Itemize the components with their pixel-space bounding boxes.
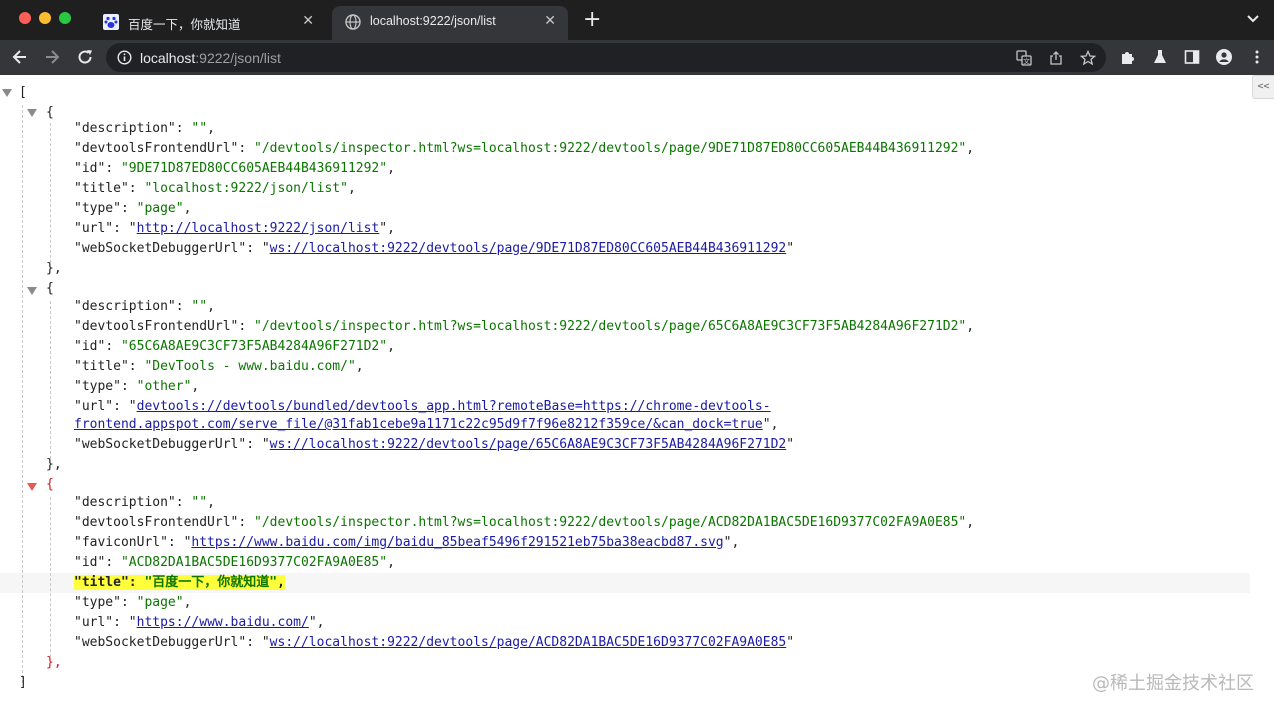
chevron-down-icon[interactable] <box>1246 12 1260 26</box>
collapse-toggle-icon[interactable] <box>2 89 12 97</box>
json-line: frontend.appspot.com/serve_file/@31fab1c… <box>74 417 779 432</box>
close-window-button[interactable] <box>19 12 31 24</box>
json-line: "id": "65C6A8AE9C3CF73F5AB4284A96F271D2"… <box>74 339 395 354</box>
json-close-brace: }, <box>46 655 62 670</box>
json-line: "type": "page", <box>74 201 192 216</box>
json-line-highlighted: "title": "百度一下，你就知道", <box>74 575 285 590</box>
address-bar[interactable]: localhost:9222/json/list 文 <box>106 43 1106 72</box>
websocket-link[interactable]: ws://localhost:9222/devtools/page/ACD82D… <box>270 635 787 650</box>
indent-guide <box>50 497 51 657</box>
json-line: "description": "", <box>74 299 215 314</box>
share-icon[interactable] <box>1048 50 1064 66</box>
json-line: "webSocketDebuggerUrl": "ws://localhost:… <box>74 437 795 452</box>
json-line: "url": "http://localhost:9222/json/list"… <box>74 221 395 236</box>
json-line: "url": "devtools://devtools/bundled/devt… <box>74 399 771 414</box>
json-line: "type": "page", <box>74 595 192 610</box>
arrow-right-icon[interactable] <box>43 48 61 66</box>
flask-icon[interactable] <box>1152 49 1168 65</box>
websocket-link[interactable]: ws://localhost:9222/devtools/page/65C6A8… <box>270 437 787 452</box>
json-open-brace: { <box>46 477 54 492</box>
json-viewer: [ { "description": "", "devtoolsFrontend… <box>0 75 1274 713</box>
websocket-link[interactable]: ws://localhost:9222/devtools/page/9DE71D… <box>270 241 787 256</box>
globe-icon <box>345 14 361 30</box>
json-line: "description": "", <box>74 121 215 136</box>
side-panel-icon[interactable] <box>1184 49 1200 65</box>
json-line: "faviconUrl": "https://www.baidu.com/img… <box>74 535 740 550</box>
favicon-link[interactable]: https://www.baidu.com/img/baidu_85beaf54… <box>191 535 723 550</box>
url-link[interactable]: devtools://devtools/bundled/devtools_app… <box>137 399 771 414</box>
tab-strip: 百度一下，你就知道 ✕ localhost:9222/json/list ✕ + <box>0 0 1274 40</box>
json-open-bracket: [ <box>19 85 27 100</box>
baidu-paw-icon <box>103 14 119 30</box>
json-line: "devtoolsFrontendUrl": "/devtools/inspec… <box>74 319 975 334</box>
url-text[interactable]: localhost:9222/json/list <box>140 50 281 66</box>
sidebar-toggle-button[interactable]: << <box>1252 75 1274 99</box>
browser-toolbar: localhost:9222/json/list 文 <box>0 40 1274 75</box>
json-line: "id": "9DE71D87ED80CC605AEB44B436911292"… <box>74 161 395 176</box>
svg-text:文: 文 <box>1023 57 1030 66</box>
json-line: "type": "other", <box>74 379 200 394</box>
collapse-toggle-icon[interactable] <box>27 109 37 117</box>
close-tab-icon[interactable]: ✕ <box>544 12 556 29</box>
json-close-bracket: ] <box>19 675 27 690</box>
url-link[interactable]: http://localhost:9222/json/list <box>137 221 380 236</box>
json-line: "webSocketDebuggerUrl": "ws://localhost:… <box>74 241 795 256</box>
profile-icon[interactable] <box>1216 49 1232 65</box>
indent-guide <box>22 105 23 683</box>
url-link-continued[interactable]: frontend.appspot.com/serve_file/@31fab1c… <box>74 417 763 432</box>
json-close-brace: }, <box>46 261 62 276</box>
json-line: "devtoolsFrontendUrl": "/devtools/inspec… <box>74 515 975 530</box>
maximize-window-button[interactable] <box>59 12 71 24</box>
puzzle-icon[interactable] <box>1120 49 1136 65</box>
json-line: "id": "ACD82DA1BAC5DE16D9377C02FA9A0E85"… <box>74 555 395 570</box>
json-line: "url": "https://www.baidu.com/", <box>74 615 325 630</box>
translate-icon[interactable]: 文 <box>1016 50 1032 66</box>
json-line: "description": "", <box>74 495 215 510</box>
reload-icon[interactable] <box>76 48 94 66</box>
new-tab-button[interactable]: + <box>583 7 601 33</box>
json-line: "title": "localhost:9222/json/list", <box>74 181 356 196</box>
info-icon[interactable] <box>117 50 132 65</box>
indent-guide <box>50 123 51 263</box>
minimize-window-button[interactable] <box>39 12 51 24</box>
url-link[interactable]: https://www.baidu.com/ <box>137 615 309 630</box>
json-open-brace: { <box>46 105 54 120</box>
tab-baidu[interactable]: 百度一下，你就知道 ✕ <box>90 6 326 40</box>
kebab-menu-icon[interactable] <box>1249 49 1265 65</box>
json-line: "title": "DevTools - www.baidu.com/", <box>74 359 364 374</box>
collapse-toggle-icon[interactable] <box>27 483 37 491</box>
close-tab-icon[interactable]: ✕ <box>302 12 314 29</box>
arrow-left-icon[interactable] <box>11 48 29 66</box>
tab-json-list[interactable]: localhost:9222/json/list ✕ <box>332 6 568 40</box>
indent-guide <box>50 301 51 459</box>
tab-title: 百度一下，你就知道 <box>128 18 241 32</box>
collapse-toggle-icon[interactable] <box>27 287 37 295</box>
json-line: "webSocketDebuggerUrl": "ws://localhost:… <box>74 635 795 650</box>
json-close-brace: }, <box>46 457 62 472</box>
star-icon[interactable] <box>1080 50 1096 66</box>
json-open-brace: { <box>46 281 54 296</box>
tab-title: localhost:9222/json/list <box>370 14 496 28</box>
watermark: @稀土掘金技术社区 <box>1092 673 1254 694</box>
json-line: "devtoolsFrontendUrl": "/devtools/inspec… <box>74 141 975 156</box>
